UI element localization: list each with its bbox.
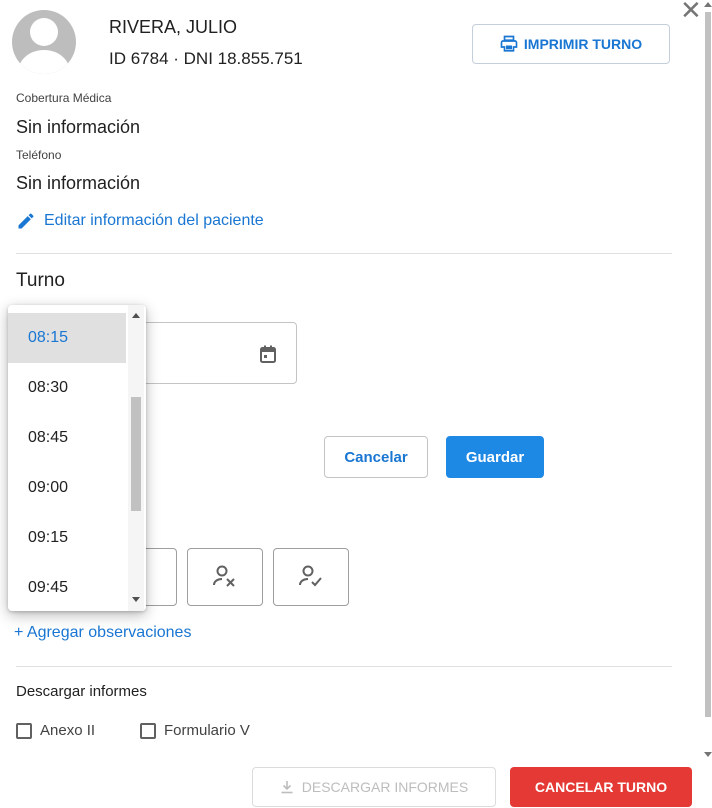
close-icon[interactable]: ✕: [680, 0, 702, 26]
person-check-icon: [299, 565, 322, 587]
turno-title: Turno: [16, 270, 65, 291]
phone-value: Sin información: [16, 173, 141, 193]
print-turno-button[interactable]: IMPRIMIR TURNO: [472, 24, 670, 64]
edit-patient-label: Editar información del paciente: [44, 212, 264, 229]
section-divider: [16, 253, 672, 254]
calendar-icon[interactable]: [260, 345, 276, 363]
checkbox-label: Formulario V: [164, 722, 250, 739]
dropdown-scrollbar[interactable]: [128, 305, 144, 611]
checkbox-formulario-v[interactable]: Formulario V: [140, 722, 250, 739]
status-button-attended[interactable]: [273, 548, 349, 606]
time-option[interactable]: 08:30: [8, 363, 126, 413]
dropdown-scroll-down-arrow[interactable]: [132, 597, 140, 602]
checkbox-label: Anexo II: [40, 722, 96, 739]
dropdown-scrollbar-thumb[interactable]: [131, 397, 141, 511]
download-reports-label: DESCARGAR INFORMES: [301, 779, 469, 795]
checkbox-anexo-ii[interactable]: Anexo II: [16, 722, 95, 739]
section-divider: [16, 666, 672, 667]
download-icon: [281, 781, 293, 794]
cancel-turno-button[interactable]: CANCELAR TURNO: [510, 767, 692, 807]
patient-name: RIVERA, JULIO: [109, 17, 238, 37]
time-option[interactable]: 09:15: [8, 513, 126, 563]
person-x-icon: [213, 565, 235, 587]
avatar-torso: [18, 50, 70, 74]
coverage-label: Cobertura Médica: [16, 91, 112, 105]
download-reports-title: Descargar informes: [16, 683, 147, 700]
edit-patient-link[interactable]: Editar información del paciente: [16, 211, 264, 231]
status-button-absent[interactable]: [187, 548, 263, 606]
time-option[interactable]: 08:15: [8, 313, 126, 363]
cancel-button[interactable]: Cancelar: [324, 436, 428, 478]
date-field[interactable]: [130, 322, 297, 384]
page-scrollbar[interactable]: [704, 0, 712, 760]
time-dropdown[interactable]: 08:15 08:30 08:45 09:00 09:15 09:45: [8, 305, 146, 611]
print-turno-label: IMPRIMIR TURNO: [523, 36, 643, 52]
coverage-value: Sin información: [16, 117, 141, 137]
scroll-up-arrow[interactable]: [704, 2, 712, 7]
time-option[interactable]: 09:45: [8, 563, 126, 611]
printer-icon: [500, 35, 518, 52]
dropdown-scroll-up-arrow[interactable]: [132, 313, 140, 318]
avatar-head: [30, 18, 58, 46]
patient-ids: ID 6784 · DNI 18.855.751: [109, 49, 303, 68]
patient-avatar: [12, 10, 76, 74]
time-option[interactable]: 09:00: [8, 463, 126, 513]
page-scrollbar-thumb[interactable]: [705, 12, 711, 717]
time-option[interactable]: 08:45: [8, 413, 126, 463]
checkbox-box[interactable]: [140, 722, 156, 739]
phone-label: Teléfono: [16, 148, 62, 162]
checkbox-box[interactable]: [16, 722, 32, 739]
save-button[interactable]: Guardar: [446, 436, 544, 478]
add-observations-link[interactable]: + Agregar observaciones: [14, 624, 191, 642]
download-reports-button[interactable]: DESCARGAR INFORMES: [252, 767, 496, 807]
scroll-down-arrow[interactable]: [704, 752, 712, 757]
pencil-icon: [18, 213, 34, 229]
